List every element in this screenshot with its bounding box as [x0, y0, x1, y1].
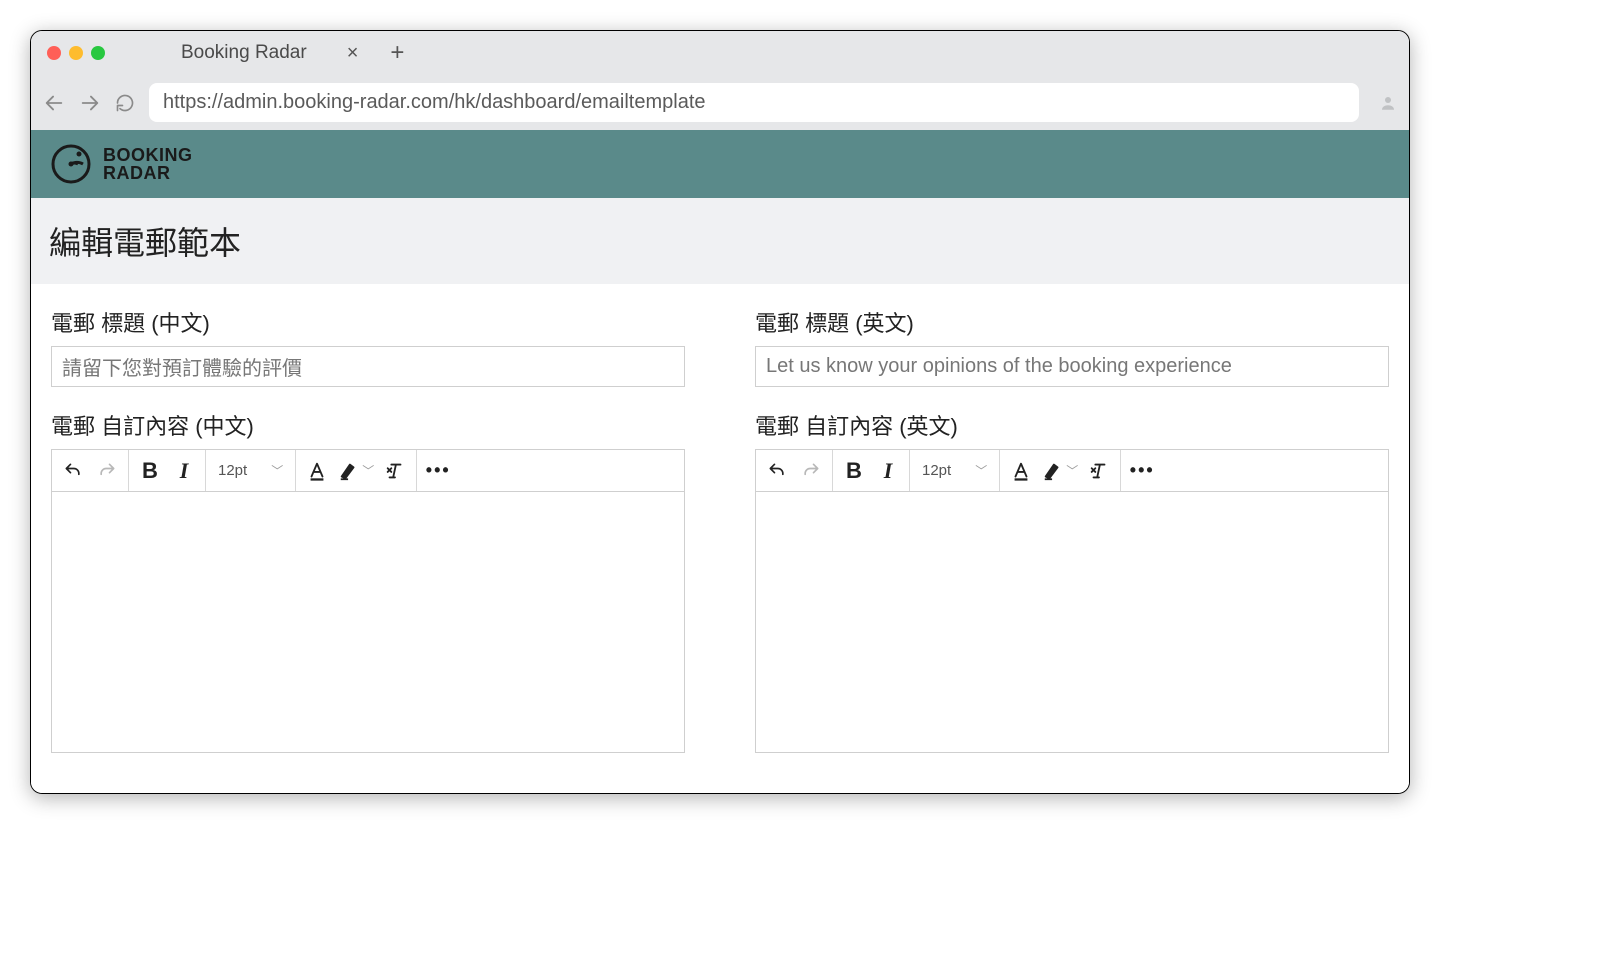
app-header: BOOKING RADAR — [31, 130, 1409, 198]
editor-body-en[interactable] — [756, 492, 1388, 752]
highlight-icon — [1042, 460, 1064, 482]
undo-icon — [767, 461, 787, 481]
clear-format-button[interactable] — [1086, 456, 1112, 486]
page-title-bar: 編輯電郵範本 — [31, 198, 1409, 284]
column-chinese: 電郵 標題 (中文) 電郵 自訂內容 (中文) B — [51, 306, 685, 753]
url-text: https://admin.booking-radar.com/hk/dashb… — [163, 91, 706, 113]
editor-zh: B I 12pt ﹀ — [51, 449, 685, 753]
browser-tab-bar: Booking Radar × + — [31, 31, 1409, 75]
font-size-select[interactable]: 12pt ﹀ — [214, 462, 287, 479]
text-color-button[interactable] — [1008, 456, 1034, 486]
undo-icon — [63, 461, 83, 481]
redo-icon — [801, 461, 821, 481]
italic-button[interactable]: I — [875, 456, 901, 486]
profile-button[interactable] — [1379, 94, 1397, 112]
refresh-icon — [115, 93, 135, 113]
clear-format-icon — [384, 460, 406, 482]
forward-button[interactable] — [79, 92, 101, 114]
text-color-icon — [1010, 460, 1032, 482]
undo-button[interactable] — [764, 456, 790, 486]
label-content-en: 電郵 自訂內容 (英文) — [755, 409, 1389, 441]
highlight-button[interactable]: ﹀ — [338, 456, 374, 486]
page-title: 編輯電郵範本 — [49, 218, 1391, 264]
tab-title: Booking Radar — [181, 42, 307, 64]
redo-button[interactable] — [94, 456, 120, 486]
browser-toolbar: https://admin.booking-radar.com/hk/dashb… — [31, 75, 1409, 130]
input-title-zh[interactable] — [51, 346, 685, 387]
more-button[interactable]: ••• — [1129, 456, 1155, 486]
undo-button[interactable] — [60, 456, 86, 486]
clear-format-icon — [1088, 460, 1110, 482]
editor-toolbar-en: B I 12pt ﹀ — [756, 450, 1388, 492]
new-tab-button[interactable]: + — [390, 39, 404, 67]
label-content-zh: 電郵 自訂內容 (中文) — [51, 409, 685, 441]
arrow-right-icon — [79, 92, 101, 114]
column-english: 電郵 標題 (英文) 電郵 自訂內容 (英文) B — [755, 306, 1389, 753]
input-title-en[interactable] — [755, 346, 1389, 387]
chevron-down-icon: ﹀ — [271, 462, 283, 479]
window-close-button[interactable] — [47, 46, 61, 60]
brand-text: BOOKING RADAR — [103, 146, 193, 182]
window-controls — [47, 46, 105, 60]
form-content: 電郵 標題 (中文) 電郵 自訂內容 (中文) B — [31, 284, 1409, 793]
bold-button[interactable]: B — [137, 456, 163, 486]
clear-format-button[interactable] — [382, 456, 408, 486]
close-icon[interactable]: × — [347, 42, 359, 65]
address-bar[interactable]: https://admin.booking-radar.com/hk/dashb… — [149, 83, 1359, 122]
more-button[interactable]: ••• — [425, 456, 451, 486]
text-color-icon — [306, 460, 328, 482]
redo-icon — [97, 461, 117, 481]
user-icon — [1379, 94, 1397, 112]
window-minimize-button[interactable] — [69, 46, 83, 60]
highlight-icon — [338, 460, 360, 482]
text-color-button[interactable] — [304, 456, 330, 486]
italic-button[interactable]: I — [171, 456, 197, 486]
chevron-down-icon: ﹀ — [1066, 462, 1078, 479]
editor-toolbar-zh: B I 12pt ﹀ — [52, 450, 684, 492]
label-title-en: 電郵 標題 (英文) — [755, 306, 1389, 338]
back-button[interactable] — [43, 92, 65, 114]
arrow-left-icon — [43, 92, 65, 114]
font-size-select[interactable]: 12pt ﹀ — [918, 462, 991, 479]
bold-button[interactable]: B — [841, 456, 867, 486]
redo-button[interactable] — [798, 456, 824, 486]
chevron-down-icon: ﹀ — [975, 462, 987, 479]
label-title-zh: 電郵 標題 (中文) — [51, 306, 685, 338]
highlight-button[interactable]: ﹀ — [1042, 456, 1078, 486]
browser-window: Booking Radar × + https://admin.booking-… — [30, 30, 1410, 794]
reload-button[interactable] — [115, 93, 135, 113]
radar-icon — [49, 142, 93, 186]
chevron-down-icon: ﹀ — [362, 462, 374, 479]
editor-en: B I 12pt ﹀ — [755, 449, 1389, 753]
window-maximize-button[interactable] — [91, 46, 105, 60]
browser-tab[interactable]: Booking Radar × — [165, 34, 374, 73]
brand-logo[interactable]: BOOKING RADAR — [49, 142, 193, 186]
editor-body-zh[interactable] — [52, 492, 684, 752]
